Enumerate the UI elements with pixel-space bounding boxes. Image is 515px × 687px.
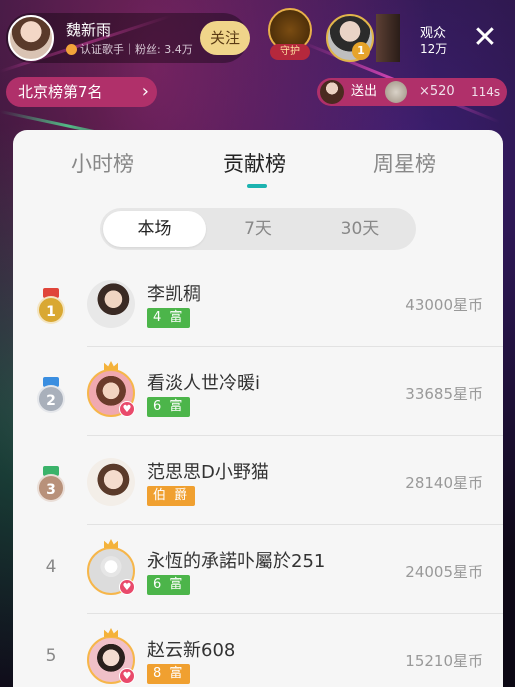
chevron-right-icon: › (141, 81, 149, 102)
wealth-badge: 6 富 (147, 575, 191, 595)
avatar[interactable] (87, 458, 135, 506)
leaderboard-tabs: 小时榜 贡献榜 周星榜 (13, 130, 503, 192)
active-tab-indicator (247, 184, 267, 188)
top-viewer-rank-badge: 1 (352, 42, 370, 60)
verified-icon (66, 43, 77, 55)
noble-badge: 伯 爵 (147, 486, 196, 506)
coin-amount: 15210星币 (405, 652, 483, 670)
avatar[interactable] (87, 280, 135, 328)
user-name: 范思思D小野猫 (147, 462, 269, 483)
heart-icon: ♥ (119, 668, 135, 684)
user-name: 永恆的承諾卟屬於251 (147, 551, 326, 572)
tab-weekly-star[interactable]: 周星榜 (373, 148, 436, 178)
follow-button[interactable]: 关注 (200, 21, 250, 55)
viewers-count[interactable]: 12万 (420, 40, 447, 57)
list-item[interactable]: 5 ♥ 赵云新608 8 富 15210星币 (13, 614, 503, 687)
rank-number: 4 (45, 557, 57, 577)
segment-7-days[interactable]: 7天 (210, 208, 306, 250)
viewers-label[interactable]: 观众 (420, 22, 446, 41)
crown-icon (104, 361, 118, 370)
gift-icon (385, 81, 407, 103)
coin-amount: 24005星币 (405, 563, 483, 581)
silver-medal-icon: 2 (37, 377, 65, 413)
coin-amount: 43000星币 (405, 296, 483, 314)
host-subtitle: 认证歌手｜粉丝: 3.4万 (66, 41, 193, 57)
coin-amount: 33685星币 (405, 385, 483, 403)
viewer-avatar[interactable] (376, 14, 400, 62)
gift-count: ×520 (419, 84, 455, 99)
rank-number: 1 (37, 296, 65, 324)
list-item[interactable]: 1 李凯稠 4 富 43000星币 (13, 258, 503, 347)
host-name: 魏新雨 (66, 21, 112, 39)
user-name: 李凯稠 (147, 284, 201, 305)
tab-contribution[interactable]: 贡献榜 (223, 148, 286, 178)
host-subtitle-text: 认证歌手｜粉丝: 3.4万 (80, 43, 193, 56)
gift-sent-label: 送出 (351, 84, 378, 99)
host-info-pill[interactable]: 魏新雨 认证歌手｜粉丝: 3.4万 关注 (6, 13, 250, 63)
coin-amount: 28140星币 (405, 474, 483, 492)
heart-icon: ♥ (119, 579, 135, 595)
user-name: 看淡人世冷暖i (147, 373, 261, 394)
crown-icon (104, 539, 118, 548)
guard-button[interactable]: 守护 (262, 8, 318, 62)
gift-time: 114s (471, 85, 501, 99)
segment-this-session[interactable]: 本场 (103, 211, 206, 247)
leaderboard-panel: 小时榜 贡献榜 周星榜 本场 7天 30天 1 李凯稠 4 富 43000星币 … (13, 130, 503, 687)
list-item[interactable]: 2 ♥ 看淡人世冷暖i 6 富 33685星币 (13, 347, 503, 436)
host-avatar[interactable] (8, 15, 54, 61)
segment-30-days[interactable]: 30天 (310, 208, 410, 250)
wealth-badge: 6 富 (147, 397, 191, 417)
crown-icon (104, 628, 118, 637)
rank-number: 5 (45, 646, 57, 666)
city-rank-chip[interactable]: 北京榜第7名 › (6, 77, 157, 107)
wealth-badge: 8 富 (147, 664, 191, 684)
user-name: 赵云新608 (147, 640, 236, 661)
gift-sender-avatar (320, 80, 344, 104)
gift-banner: 送出 ×520 114s (317, 78, 507, 106)
bronze-medal-icon: 3 (37, 466, 65, 502)
guard-label: 守护 (270, 44, 310, 60)
close-icon[interactable]: ✕ (472, 23, 498, 53)
list-item[interactable]: 4 ♥ 永恆的承諾卟屬於251 6 富 24005星币 (13, 525, 503, 614)
period-segmented-control: 本场 7天 30天 (100, 208, 416, 250)
city-rank-label: 北京榜第7名 (18, 83, 103, 101)
tab-hourly[interactable]: 小时榜 (71, 148, 134, 178)
wealth-badge: 4 富 (147, 308, 191, 328)
rank-number: 3 (37, 474, 65, 502)
gold-medal-icon: 1 (37, 288, 65, 324)
rank-number: 2 (37, 385, 65, 413)
list-item[interactable]: 3 范思思D小野猫 伯 爵 28140星币 (13, 436, 503, 525)
heart-icon: ♥ (119, 401, 135, 417)
